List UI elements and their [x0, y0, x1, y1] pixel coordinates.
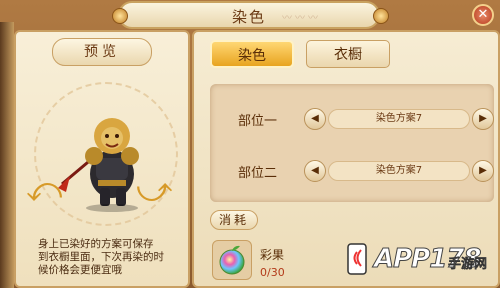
part-two-prev-button[interactable]: ◀ [304, 160, 326, 182]
part-one-label: 部位一 [238, 114, 278, 129]
rotate-left-icon[interactable]: ⤺ [26, 170, 62, 214]
rotate-right-icon[interactable]: ⤻ [136, 170, 172, 214]
item-count: 0/30 [260, 266, 285, 279]
consume-label: 消耗 [210, 210, 258, 230]
part-two-label: 部位二 [238, 166, 278, 181]
part-one-prev-button[interactable]: ◀ [304, 108, 326, 130]
parts-box: 部位一 ◀ 染色方案7 ▶ 部位二 ◀ 染色方案7 ▶ [210, 84, 494, 202]
part-two-next-button[interactable]: ▶ [472, 160, 494, 182]
item-slot[interactable] [212, 240, 252, 280]
title-knob-left [112, 8, 128, 24]
watermark-sub: 手游网 [448, 257, 488, 272]
item-name: 彩果 [260, 248, 285, 262]
preview-panel: 预览 ⤺ ⤻ 身上已染好的方案可保存 到衣橱里面，下次再染的时 候价格会更便宜哦 [14, 30, 190, 288]
site-watermark: APP178 手游网 [330, 236, 500, 284]
title-knob-right [373, 8, 389, 24]
window-left-decoration [0, 22, 14, 288]
part-one-next-button[interactable]: ▶ [472, 108, 494, 130]
tab-wardrobe[interactable]: 衣橱 [306, 40, 390, 68]
tab-dye[interactable]: 染色 [210, 40, 294, 68]
close-button[interactable]: ✕ [472, 4, 494, 26]
preview-tab: 预览 [52, 38, 152, 66]
part-one-scheme: 染色方案7 [328, 109, 470, 129]
phone-logo-icon [347, 243, 367, 275]
title-bar: 染色 〰〰〰 [118, 1, 380, 29]
wardrobe-hint-text: 身上已染好的方案可保存 到衣橱里面，下次再染的时 候价格会更便宜哦 [38, 238, 164, 276]
rainbow-fruit-icon [219, 245, 245, 275]
title-ornament: 〰〰〰 [282, 13, 321, 24]
part-two-scheme: 染色方案7 [328, 161, 470, 181]
